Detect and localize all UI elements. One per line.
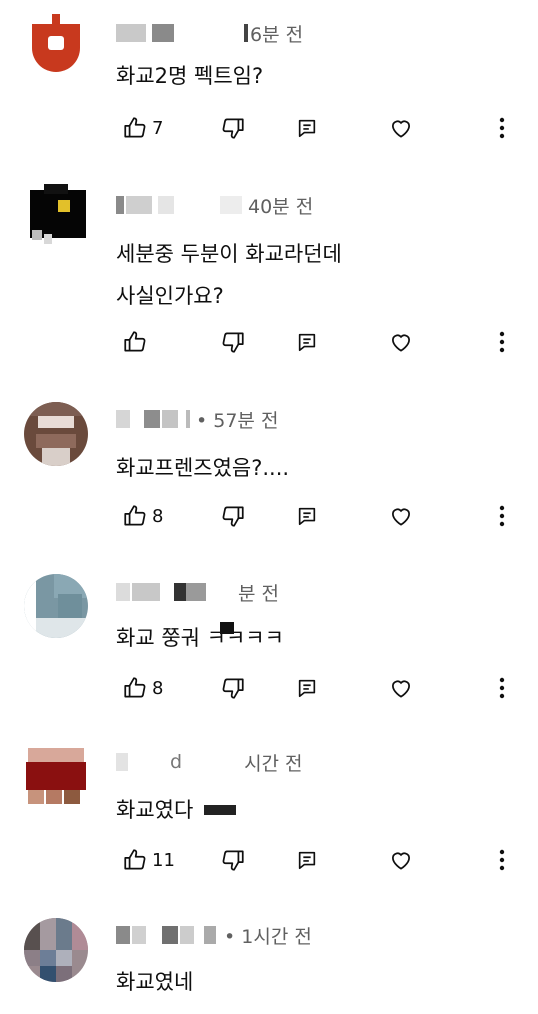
thumb-down-icon [222,506,244,527]
like-button[interactable]: 8 [122,668,163,708]
redaction-block [220,622,234,634]
like-count: 8 [152,505,164,527]
comment-time: 40분 전 [248,195,314,218]
reply-button[interactable] [296,840,318,880]
avatar[interactable] [24,10,88,74]
avatar[interactable] [24,918,88,982]
reply-button[interactable] [296,668,318,708]
comment-meta: • 1시간 전 [116,921,312,949]
comment-actions: 8 [116,496,526,536]
more-vert-icon [499,505,505,527]
redaction-block [204,805,236,815]
comment-actions [116,322,526,362]
thumb-down-icon [222,850,244,871]
like-count: 7 [152,117,164,139]
thumb-down-icon [222,118,244,139]
reply-icon [298,333,316,352]
thumb-down-icon [222,332,244,353]
thumb-up-icon [124,117,146,138]
comment-meta: d 시간 전 [116,748,303,776]
comment-time: 분 전 [238,582,279,605]
like-button[interactable]: 11 [122,840,175,880]
comment-actions: 8 [116,668,526,708]
comment-time: • 57분 전 [196,409,279,432]
more-vert-icon [499,849,505,871]
thumb-down-icon [222,678,244,699]
comment-time: 시간 전 [244,752,303,775]
comment-time: • 1시간 전 [224,925,312,948]
like-count: 11 [152,849,175,871]
reply-icon [298,679,316,698]
comment-meta: 분 전 [116,578,279,606]
reply-button[interactable] [296,322,318,362]
avatar[interactable] [24,746,88,810]
comment-meta: • 57분 전 [116,405,278,433]
dislike-button[interactable] [220,668,246,708]
like-count: 8 [152,677,164,699]
comment-text: 화교프렌즈였음?.... [116,456,290,480]
dislike-button[interactable] [220,496,246,536]
dislike-button[interactable] [220,840,246,880]
comment-text: 화교 쭝궈 ㅋㅋㅋㅋ [116,626,284,650]
reply-icon [298,119,316,138]
like-button[interactable] [122,322,152,362]
avatar[interactable] [24,574,88,638]
heart-icon [392,120,410,138]
reply-button[interactable] [296,496,318,536]
comment-text: 화교2명 펙트임? [116,64,264,88]
heart-button[interactable] [388,840,414,880]
avatar[interactable] [24,402,88,466]
comment-meta: 6분 전 [116,19,303,47]
dislike-button[interactable] [220,322,246,362]
heart-button[interactable] [388,496,414,536]
thumb-up-icon [124,505,146,526]
more-vert-icon [499,117,505,139]
dislike-button[interactable] [220,108,246,148]
comment-meta: 40분 전 [116,191,313,219]
more-vert-icon [499,677,505,699]
comment-text: 사실인가요? [116,284,224,308]
comment-time: 6분 전 [250,23,304,46]
like-button[interactable]: 8 [122,496,163,536]
reply-button[interactable] [296,108,318,148]
heart-button[interactable] [388,108,414,148]
heart-button[interactable] [388,668,414,708]
comment-text: 화교였다 [116,798,194,822]
more-button[interactable] [496,108,508,148]
comment-actions: 11 [116,840,526,880]
comment-text: 세분중 두분이 화교라던데 [116,242,342,266]
comment-actions: 7 [116,108,526,148]
more-button[interactable] [496,322,508,362]
redacted-name: d [170,751,183,773]
thumb-up-icon [124,849,146,870]
reply-icon [298,851,316,870]
heart-button[interactable] [388,322,414,362]
more-button[interactable] [496,496,508,536]
more-button[interactable] [496,840,508,880]
comment-text: 화교였네 [116,970,194,994]
more-vert-icon [499,331,505,353]
more-button[interactable] [496,668,508,708]
heart-icon [392,334,410,352]
avatar[interactable] [24,182,88,246]
heart-icon [392,852,410,870]
heart-icon [392,680,410,698]
thumb-up-icon [124,331,146,352]
like-button[interactable]: 7 [122,108,163,148]
heart-icon [392,508,410,526]
reply-icon [298,507,316,526]
thumb-up-icon [124,677,146,698]
